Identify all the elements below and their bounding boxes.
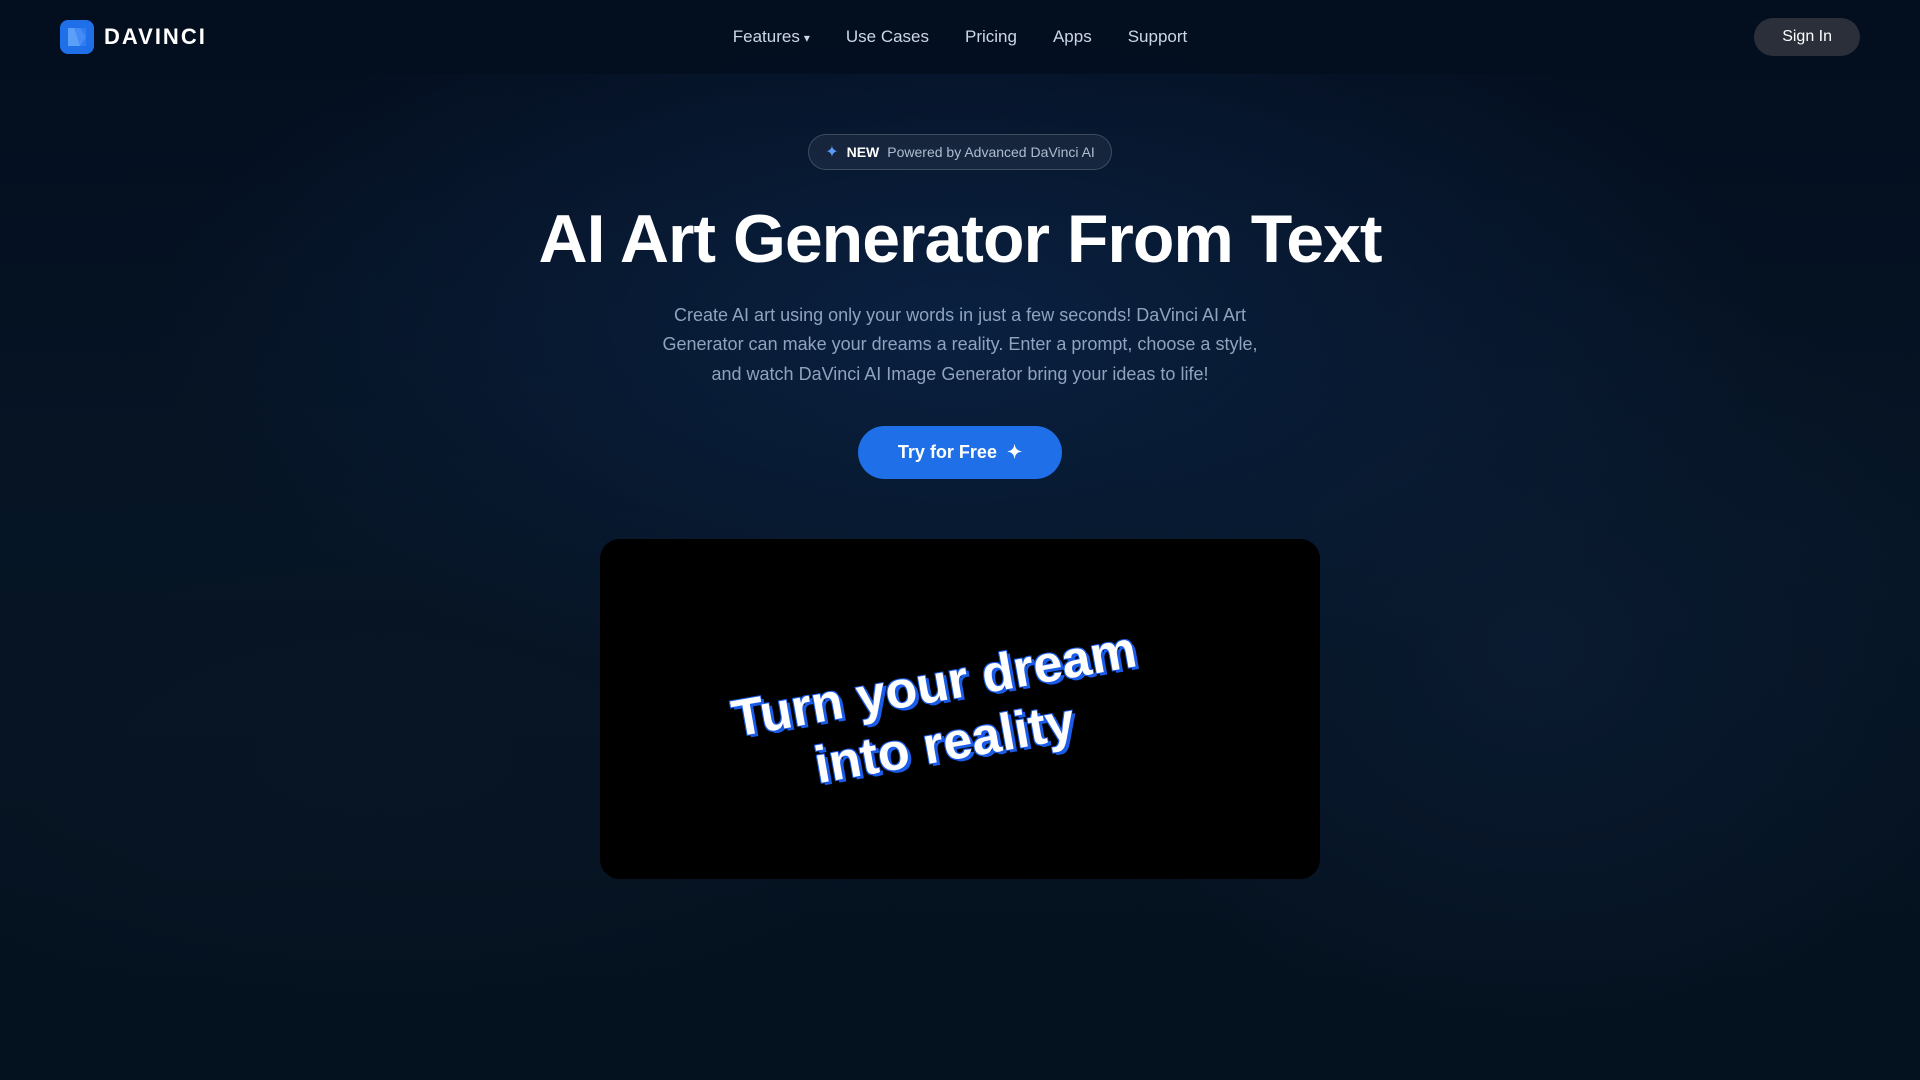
hero-subtitle: Create AI art using only your words in j… — [650, 301, 1270, 390]
spark-icon: ✦ — [825, 142, 838, 162]
main-content: ✦ NEW Powered by Advanced DaVinci AI AI … — [0, 74, 1920, 879]
nav-item-pricing[interactable]: Pricing — [965, 27, 1017, 47]
new-description: Powered by Advanced DaVinci AI — [887, 144, 1095, 160]
nav-item-apps[interactable]: Apps — [1053, 27, 1092, 47]
chevron-down-icon: ▾ — [804, 31, 810, 45]
nav-item-features[interactable]: Features ▾ — [733, 27, 810, 47]
nav-item-use-cases[interactable]: Use Cases — [846, 27, 929, 47]
sign-in-button[interactable]: Sign In — [1754, 18, 1860, 56]
new-label: NEW — [847, 144, 880, 160]
sparkle-icon: ✦ — [1007, 442, 1022, 463]
demo-container: Turn your dream into reality — [600, 539, 1320, 879]
nav-item-support[interactable]: Support — [1128, 27, 1188, 47]
navbar: DAVINCI Features ▾ Use Cases Pricing App… — [0, 0, 1920, 74]
davinci-logo-icon — [60, 20, 94, 54]
new-badge: ✦ NEW Powered by Advanced DaVinci AI — [808, 134, 1112, 170]
hero-title: AI Art Generator From Text — [538, 202, 1381, 277]
logo[interactable]: DAVINCI — [60, 20, 207, 54]
demo-video: Turn your dream into reality — [600, 539, 1320, 879]
brand-name: DAVINCI — [104, 24, 207, 50]
hero-section: ✦ NEW Powered by Advanced DaVinci AI AI … — [0, 74, 1920, 879]
dream-text: Turn your dream into reality — [728, 620, 1152, 809]
nav-links: Features ▾ Use Cases Pricing Apps Suppor… — [733, 27, 1188, 47]
try-btn-label: Try for Free — [898, 442, 997, 463]
try-for-free-button[interactable]: Try for Free ✦ — [858, 426, 1062, 479]
